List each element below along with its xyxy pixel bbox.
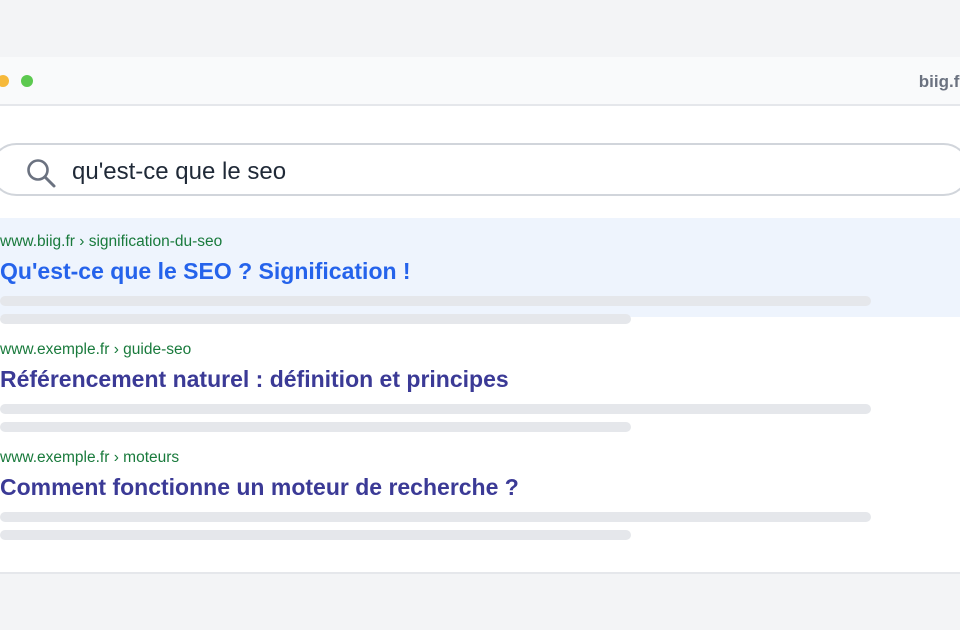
snippet-placeholder-line <box>0 512 871 522</box>
result-title[interactable]: Qu'est-ce que le SEO ? Signification ! <box>0 258 411 285</box>
result-url[interactable]: www.biig.fr › signification-du-seo <box>0 233 222 251</box>
browser-window: biig.fr qu'est-ce que le seo www.biig.fr… <box>0 57 960 574</box>
snippet-placeholder-line <box>0 530 631 540</box>
snippet-placeholder-line <box>0 404 871 414</box>
site-domain: biig.fr <box>918 72 960 91</box>
search-input[interactable]: qu'est-ce que le seo <box>72 158 286 186</box>
snippet-placeholder-line <box>0 314 631 324</box>
result-url[interactable]: www.exemple.fr › guide-seo <box>0 341 191 359</box>
maximize-button[interactable] <box>21 75 33 87</box>
search-icon <box>27 159 56 188</box>
search-result[interactable]: www.exemple.fr › moteurs Comment fonctio… <box>0 434 960 540</box>
snippet-placeholder-line <box>0 296 871 306</box>
result-title[interactable]: Comment fonctionne un moteur de recherch… <box>0 474 519 501</box>
search-bar[interactable]: qu'est-ce que le seo <box>0 143 960 196</box>
minimize-button[interactable] <box>0 75 9 87</box>
result-url[interactable]: www.exemple.fr › moteurs <box>0 449 179 467</box>
search-result[interactable]: www.exemple.fr › guide-seo Référencement… <box>0 326 960 432</box>
title-bar: biig.fr <box>0 57 960 106</box>
search-result[interactable]: www.biig.fr › signification-du-seo Qu'es… <box>0 218 960 324</box>
snippet-placeholder-line <box>0 422 631 432</box>
result-title[interactable]: Référencement naturel : définition et pr… <box>0 366 509 393</box>
